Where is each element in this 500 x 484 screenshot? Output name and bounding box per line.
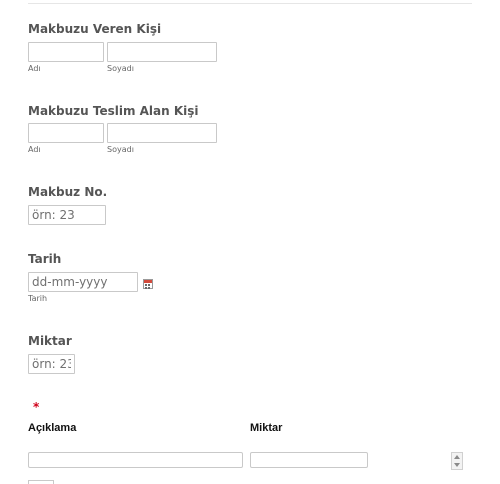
receiver-label: Makbuzu Teslim Alan Kişi [28,104,199,118]
add-row-button[interactable] [28,480,54,484]
receiver-last-name-sublabel: Soyadı [107,145,134,154]
receiver-first-name-sublabel: Adı [28,145,41,154]
giver-last-name-sublabel: Soyadı [107,64,134,73]
receipt-number-input[interactable] [28,205,106,225]
description-column-header: Açıklama [28,422,77,434]
date-label: Tarih [28,252,62,266]
required-asterisk: * [33,400,40,414]
spinner-down-icon[interactable] [454,463,460,467]
giver-label: Makbuzu Veren Kişi [28,22,162,36]
amount-column-header: Miktar [250,422,283,434]
row-spinner[interactable] [451,452,463,470]
giver-first-name-input[interactable] [28,42,104,62]
date-sublabel: Tarih [28,294,48,303]
amount-input[interactable] [28,354,75,374]
calendar-icon[interactable] [143,279,153,289]
description-row-input[interactable] [28,452,243,468]
receiver-last-name-input[interactable] [107,123,217,143]
receiver-first-name-input[interactable] [28,123,104,143]
amount-label: Miktar [28,334,72,348]
spinner-up-icon[interactable] [454,455,460,459]
date-input[interactable] [28,272,138,292]
giver-first-name-sublabel: Adı [28,64,41,73]
giver-last-name-input[interactable] [107,42,217,62]
amount-row-input[interactable] [250,452,368,468]
top-divider [28,3,472,4]
receipt-number-label: Makbuz No. [28,185,108,199]
